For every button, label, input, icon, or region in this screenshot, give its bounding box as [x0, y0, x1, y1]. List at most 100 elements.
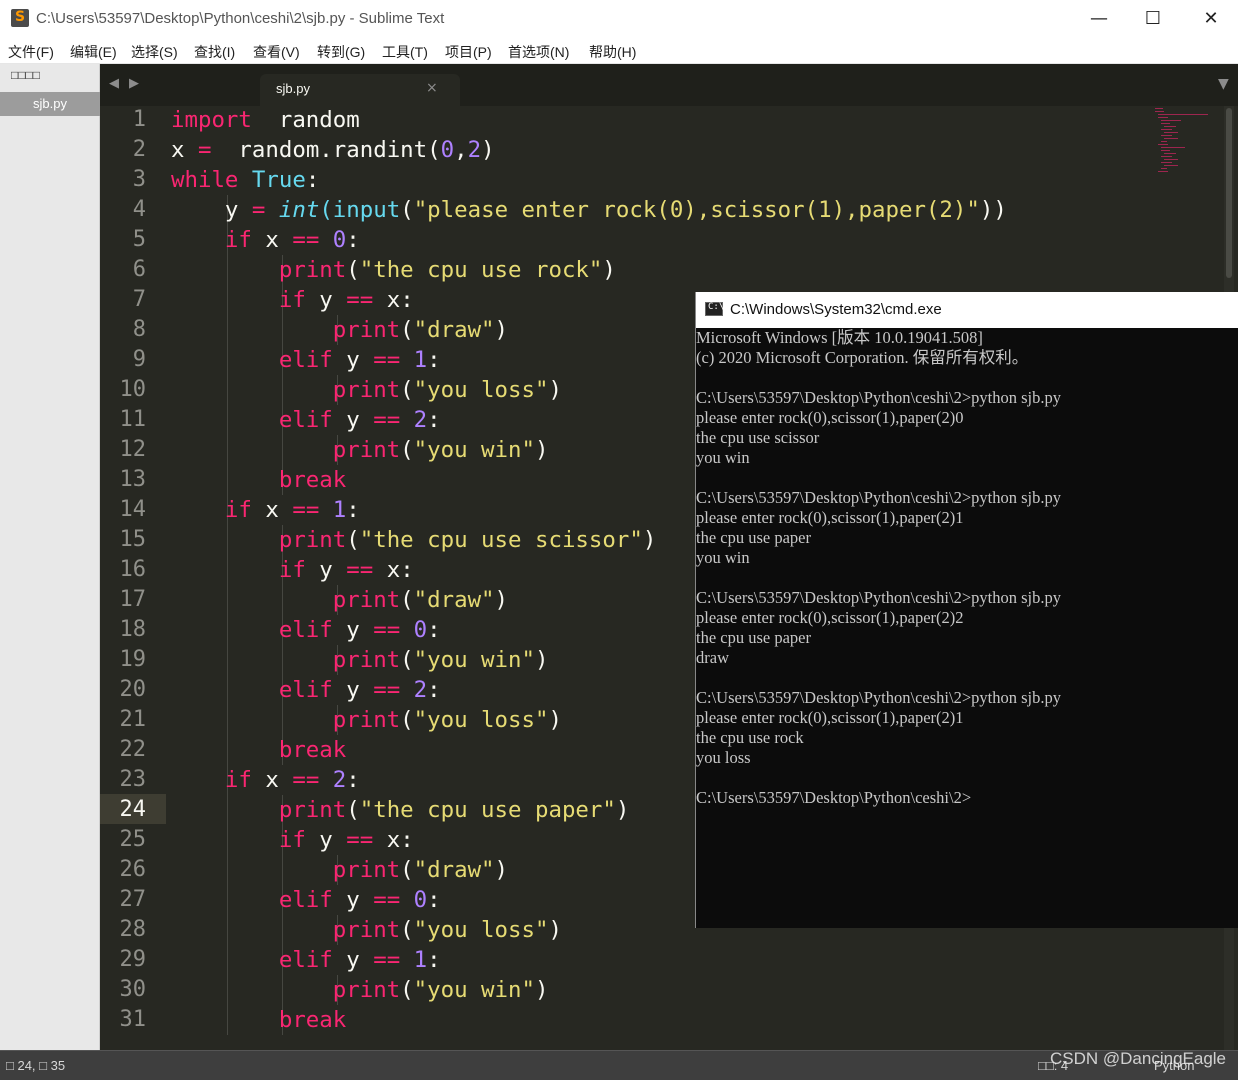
line-number: 3	[132, 167, 146, 192]
code-line[interactable]: y = int(input("please enter rock(0),scis…	[171, 195, 1007, 225]
code-line[interactable]: print("the cpu use rock")	[171, 255, 616, 285]
tab-close-icon[interactable]: ×	[426, 80, 438, 96]
code-line[interactable]: elif y == 0:	[171, 885, 441, 915]
line-number: 19	[119, 647, 147, 672]
line-number: 12	[119, 437, 147, 462]
line-number: 23	[119, 767, 147, 792]
code-line[interactable]: print("the cpu use scissor")	[171, 525, 656, 555]
cmd-output-line: (c) 2020 Microsoft Corporation. 保留所有权利。	[696, 348, 1029, 367]
menu-tools[interactable]: 工具(T)	[382, 42, 428, 62]
code-line[interactable]: print("the cpu use paper")	[171, 795, 630, 825]
cmd-output-line: please enter rock(0),scissor(1),paper(2)…	[696, 408, 964, 427]
code-line[interactable]: print("draw")	[171, 585, 508, 615]
line-number: 22	[119, 737, 147, 762]
minimize-button[interactable]: —	[1076, 4, 1122, 34]
title-bar: S C:\Users\53597\Desktop\Python\ceshi\2\…	[0, 0, 1238, 38]
watermark: CSDN @DancingEagle	[1050, 1049, 1227, 1068]
tab-next-icon[interactable]: ▶	[129, 76, 139, 91]
line-number: 9	[132, 347, 146, 372]
maximize-button[interactable]: ☐	[1130, 4, 1176, 34]
editor-scrollbar-thumb[interactable]	[1226, 108, 1232, 278]
cmd-output-line: Microsoft Windows [版本 10.0.19041.508]	[696, 328, 983, 347]
code-line[interactable]: if x == 2:	[171, 765, 360, 795]
line-number: 2	[132, 137, 146, 162]
line-number: 21	[119, 707, 147, 732]
cmd-window[interactable]: C:\. C:\Windows\System32\cmd.exe Microso…	[695, 292, 1238, 928]
code-line[interactable]: elif y == 2:	[171, 405, 441, 435]
cmd-output-line: you loss	[696, 748, 751, 767]
cmd-output-line: you win	[696, 448, 750, 467]
line-number: 18	[119, 617, 147, 642]
cmd-output-line: the cpu use paper	[696, 628, 811, 647]
code-line[interactable]: import random	[171, 106, 360, 135]
code-line[interactable]: break	[171, 1005, 346, 1035]
menu-view[interactable]: 查看(V)	[253, 42, 300, 62]
code-line[interactable]: if x == 1:	[171, 495, 360, 525]
menu-file[interactable]: 文件(F)	[8, 42, 54, 62]
cmd-output-line: C:\Users\53597\Desktop\Python\ceshi\2>py…	[696, 388, 1061, 407]
code-line[interactable]: if y == x:	[171, 285, 414, 315]
cmd-output-line: please enter rock(0),scissor(1),paper(2)…	[696, 508, 964, 527]
line-number: 6	[132, 257, 146, 282]
line-number: 15	[119, 527, 147, 552]
tab-prev-icon[interactable]: ◀	[109, 76, 119, 91]
code-line[interactable]: print("you win")	[171, 435, 549, 465]
menu-selection[interactable]: 选择(S)	[131, 42, 178, 62]
tab-bar: ◀ ▶ sjb.py × ▼	[100, 64, 1238, 106]
tab-label: sjb.py	[276, 81, 310, 96]
window-title: C:\Users\53597\Desktop\Python\ceshi\2\sj…	[36, 10, 445, 27]
menu-goto[interactable]: 转到(G)	[317, 42, 365, 62]
line-number: 11	[119, 407, 147, 432]
code-line[interactable]: print("you win")	[171, 975, 549, 1005]
code-line[interactable]: break	[171, 465, 346, 495]
line-number: 17	[119, 587, 147, 612]
code-line[interactable]: print("you win")	[171, 645, 549, 675]
tab-dropdown-icon[interactable]: ▼	[1218, 76, 1229, 92]
cmd-output-line: draw	[696, 648, 729, 667]
cmd-output-line: the cpu use paper	[696, 528, 811, 547]
cmd-output-line: the cpu use rock	[696, 728, 804, 747]
code-line[interactable]: print("you loss")	[171, 375, 562, 405]
code-line[interactable]: x = random.randint(0,2)	[171, 135, 495, 165]
tab-sjb-py[interactable]: sjb.py ×	[260, 74, 460, 106]
code-line[interactable]: print("draw")	[171, 855, 508, 885]
menu-preferences[interactable]: 首选项(N)	[508, 42, 569, 62]
code-line[interactable]: elif y == 1:	[171, 345, 441, 375]
cmd-title-bar[interactable]: C:\. C:\Windows\System32\cmd.exe	[696, 292, 1238, 328]
cmd-app-icon: C:\.	[705, 302, 730, 316]
cmd-output-line: please enter rock(0),scissor(1),paper(2)…	[696, 708, 964, 727]
code-line[interactable]: elif y == 1:	[171, 945, 441, 975]
line-number: 20	[119, 677, 147, 702]
line-number-gutter: 1 2 3 4 5 6 7 8 9 10 11 12 13 14 15 16 17 18 19 20 21 22 23 24 2…	[100, 106, 166, 1050]
sidebar-open-file[interactable]: sjb.py	[0, 92, 100, 116]
menu-edit[interactable]: 编辑(E)	[70, 42, 117, 62]
cmd-output-line: C:\Users\53597\Desktop\Python\ceshi\2>	[696, 788, 972, 807]
line-number: 29	[119, 947, 147, 972]
code-line[interactable]: if y == x:	[171, 825, 414, 855]
line-number: 26	[119, 857, 147, 882]
code-line[interactable]: print("draw")	[171, 315, 508, 345]
minimap[interactable]	[1150, 106, 1220, 176]
sublime-app-icon: S	[11, 9, 29, 27]
line-number: 13	[119, 467, 147, 492]
menu-bar: 文件(F) 编辑(E) 选择(S) 查找(I) 查看(V) 转到(G) 工具(T…	[0, 38, 1238, 64]
code-line[interactable]: print("you loss")	[171, 705, 562, 735]
sidebar: □□□□ sjb.py	[0, 64, 100, 1050]
line-number: 27	[119, 887, 147, 912]
code-line[interactable]: if x == 0:	[171, 225, 360, 255]
code-line[interactable]: elif y == 2:	[171, 675, 441, 705]
menu-find[interactable]: 查找(I)	[194, 42, 235, 62]
code-line[interactable]: print("you loss")	[171, 915, 562, 945]
line-number: 25	[119, 827, 147, 852]
code-line[interactable]: while True:	[171, 165, 319, 195]
code-line[interactable]: if y == x:	[171, 555, 414, 585]
cmd-output-line: you win	[696, 548, 750, 567]
code-line[interactable]: break	[171, 735, 346, 765]
cmd-console-output[interactable]: Microsoft Windows [版本 10.0.19041.508] (c)…	[696, 328, 1238, 928]
menu-help[interactable]: 帮助(H)	[589, 42, 636, 62]
menu-project[interactable]: 项目(P)	[445, 42, 492, 62]
code-line[interactable]: elif y == 0:	[171, 615, 441, 645]
close-button[interactable]: ✕	[1188, 4, 1234, 34]
cmd-output-line: C:\Users\53597\Desktop\Python\ceshi\2>py…	[696, 588, 1061, 607]
cmd-title: C:\Windows\System32\cmd.exe	[730, 301, 942, 318]
